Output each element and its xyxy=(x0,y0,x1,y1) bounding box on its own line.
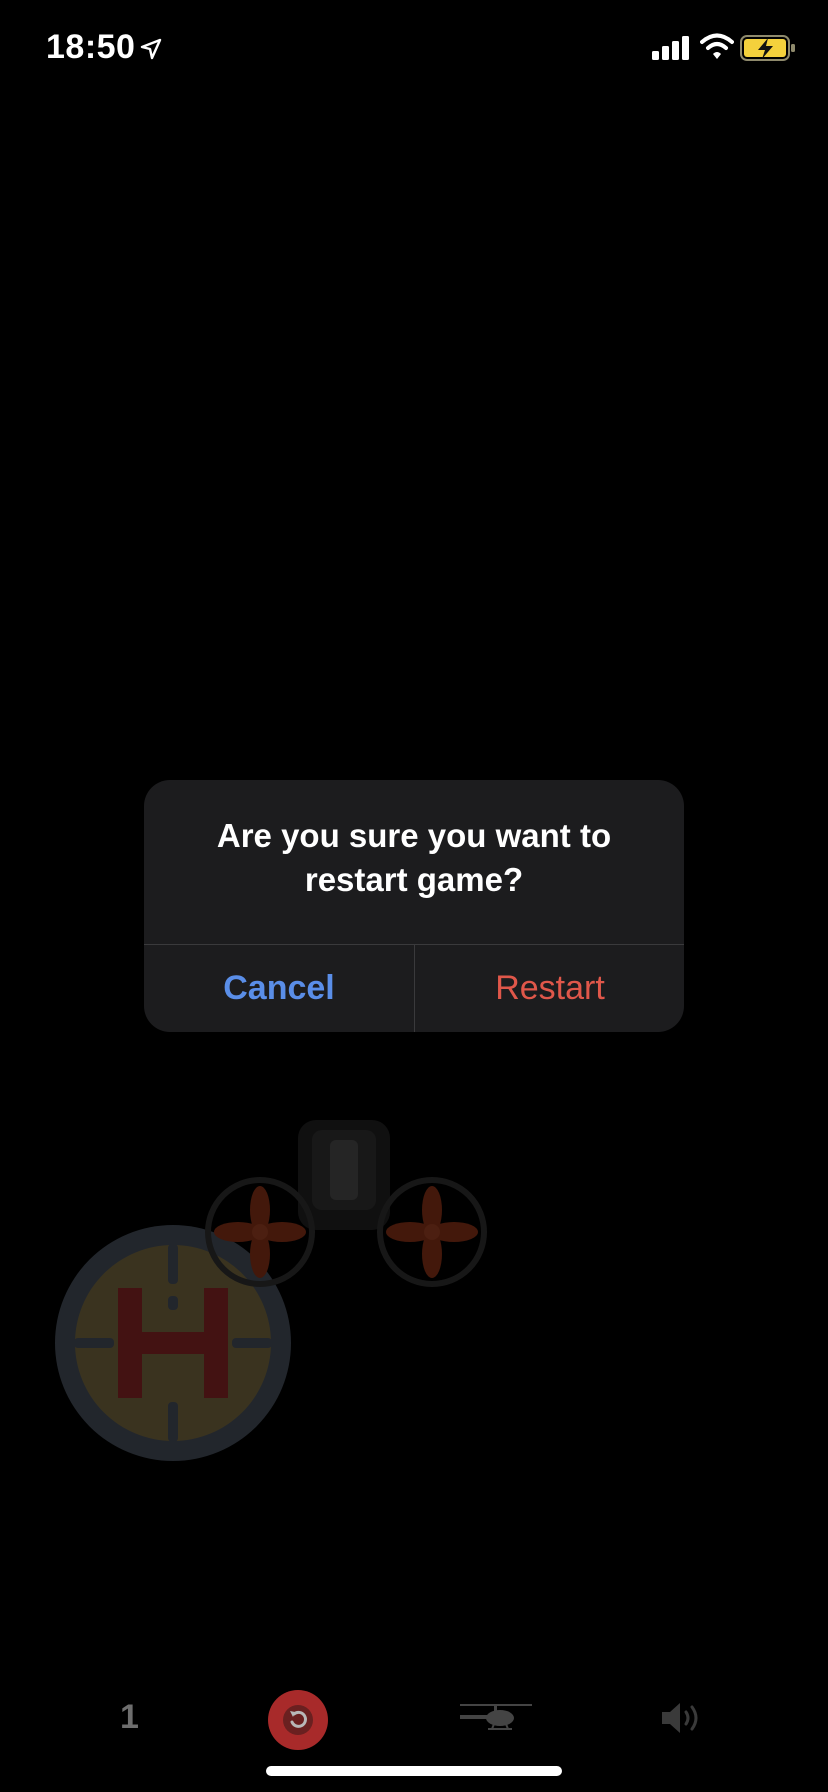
battery-charging-icon xyxy=(740,35,795,61)
speaker-icon[interactable] xyxy=(660,1700,704,1736)
home-indicator[interactable] xyxy=(266,1766,562,1776)
restart-icon xyxy=(283,1705,313,1735)
location-arrow-icon xyxy=(140,38,162,60)
alert-message: Are you sure you want to restart game? xyxy=(216,817,612,898)
helicopter-icon[interactable] xyxy=(456,1702,536,1734)
wifi-icon xyxy=(700,33,734,59)
restart-button[interactable] xyxy=(268,1690,328,1750)
status-time: 18:50 xyxy=(46,28,136,66)
bottom-toolbar: 1 xyxy=(0,1680,828,1760)
cancel-button[interactable]: Cancel xyxy=(144,945,414,1032)
restart-confirm-button[interactable]: Restart xyxy=(415,945,684,1032)
restart-alert-dialog: Are you sure you want to restart game? C… xyxy=(144,780,684,1032)
level-number: 1 xyxy=(120,1698,139,1736)
status-bar: 18:50 xyxy=(0,0,828,100)
cellular-signal-icon xyxy=(652,36,689,60)
